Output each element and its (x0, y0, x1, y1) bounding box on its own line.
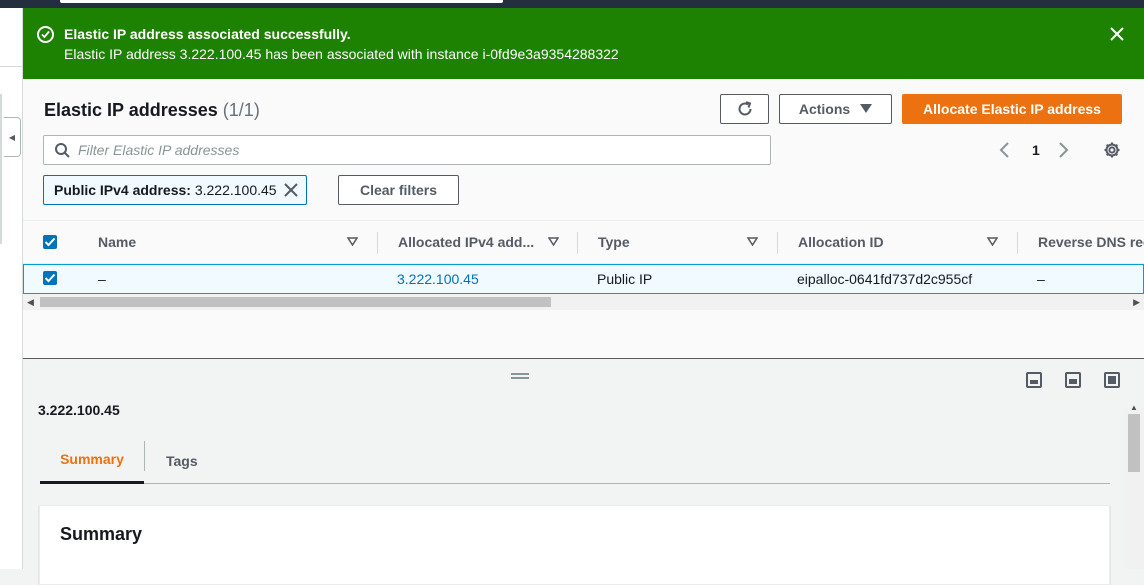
column-header-reverse-dns[interactable]: Reverse DNS rec (1038, 234, 1144, 250)
browser-tab[interactable] (60, 0, 503, 3)
detail-title: 3.222.100.45 (38, 402, 120, 418)
page-title-text: Elastic IP addresses (44, 100, 218, 120)
sort-icon[interactable] (747, 237, 758, 247)
filter-search-box[interactable] (43, 135, 771, 165)
split-panel-full-icon[interactable] (1104, 372, 1120, 388)
sort-icon[interactable] (347, 237, 358, 247)
actions-dropdown-button[interactable]: Actions (779, 94, 892, 124)
search-input[interactable] (78, 141, 758, 159)
pagination: 1 (998, 140, 1073, 160)
summary-card-title: Summary (60, 524, 143, 544)
actions-label: Actions (798, 101, 851, 117)
row-checkbox[interactable] (43, 271, 57, 285)
clear-filters-button[interactable]: Clear filters (338, 175, 459, 205)
column-header-allocated-ipv4[interactable]: Allocated IPv4 add... (398, 234, 534, 250)
column-header-allocation-id[interactable]: Allocation ID (798, 234, 884, 250)
tab-tags[interactable]: Tags (166, 437, 198, 484)
remove-filter-icon[interactable] (282, 181, 300, 199)
nav-collapse-toggle[interactable]: ◀ (4, 117, 21, 157)
close-icon[interactable] (1108, 25, 1126, 43)
column-header-type[interactable]: Type (598, 234, 630, 250)
flash-message: Elastic IP address 3.222.100.45 has been… (64, 46, 619, 62)
browser-top-bar (0, 0, 1144, 8)
page-title: Elastic IP addresses (1/1) (44, 100, 260, 121)
caret-down-icon (860, 104, 873, 113)
gear-icon[interactable] (1103, 141, 1121, 159)
table-row[interactable]: – 3.222.100.45 Public IP eipalloc-0641fd… (23, 264, 1144, 294)
elastic-ip-table-panel: Elastic IP addresses (1/1) Actions Alloc… (23, 79, 1144, 358)
cell-name: – (98, 271, 106, 287)
chevron-left-icon[interactable] (998, 142, 1010, 158)
split-panel-side-icon[interactable] (1065, 372, 1081, 388)
split-panel: 3.222.100.45 Summary Tags Summary (23, 358, 1144, 585)
split-panel-bottom-icon[interactable] (1026, 372, 1042, 388)
horizontal-scrollbar[interactable]: ◀ ▶ (23, 294, 1144, 310)
sort-icon[interactable] (987, 237, 998, 247)
detail-tabs: Summary Tags (40, 437, 1110, 484)
cell-allocation-id: eipalloc-0641fd737d2c955cf (797, 271, 973, 287)
page-number[interactable]: 1 (1032, 142, 1040, 158)
filter-token-value: 3.222.100.45 (194, 182, 277, 198)
filter-token-key: Public IPv4 address: (54, 182, 191, 198)
allocate-elastic-ip-button[interactable]: Allocate Elastic IP address (902, 94, 1122, 124)
check-circle-icon (37, 26, 54, 43)
filter-token: Public IPv4 address: 3.222.100.45 (43, 175, 307, 205)
selection-count: (1/1) (222, 100, 260, 120)
search-icon (55, 143, 70, 158)
vertical-scrollbar[interactable]: ▲ (1125, 403, 1144, 569)
select-all-checkbox[interactable] (43, 235, 57, 249)
scroll-left-arrow-icon[interactable]: ◀ (27, 297, 34, 308)
scrollbar-thumb[interactable] (1128, 414, 1140, 472)
refresh-icon (738, 101, 751, 116)
side-navigation-rail (0, 8, 23, 569)
scrollbar-thumb[interactable] (40, 297, 551, 307)
cell-reverse-dns: – (1037, 271, 1045, 287)
success-flash-banner: Elastic IP address associated successful… (23, 8, 1144, 79)
sort-icon[interactable] (548, 237, 559, 247)
column-header-name[interactable]: Name (98, 234, 136, 250)
flash-title: Elastic IP address associated successful… (64, 26, 351, 42)
scroll-up-arrow-icon[interactable]: ▲ (1130, 403, 1138, 412)
chevron-right-icon[interactable] (1058, 142, 1070, 158)
caret-left-icon: ◀ (8, 132, 16, 142)
cell-ip-link[interactable]: 3.222.100.45 (397, 271, 479, 287)
scroll-right-arrow-icon[interactable]: ▶ (1133, 297, 1140, 308)
cell-type: Public IP (597, 271, 653, 287)
table-header: Name Allocated IPv4 add... Type Allocati… (23, 220, 1144, 264)
summary-card: Summary (39, 505, 1110, 585)
resize-handle[interactable] (511, 373, 529, 379)
refresh-button[interactable] (720, 94, 769, 124)
tab-summary[interactable]: Summary (40, 437, 144, 484)
